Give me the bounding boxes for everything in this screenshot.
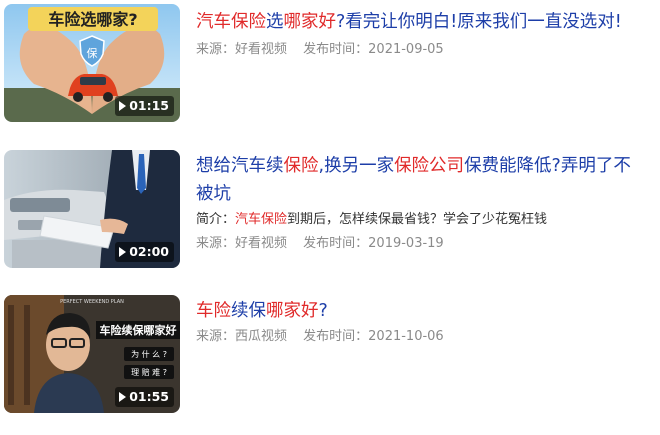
video-result: 保 车险选哪家? 01:15 汽车保险选哪家好?看完让你明白!原来我们一直没选对… [4, 4, 644, 122]
thumbnail-question: 理 赔 难 ? [131, 367, 167, 377]
duration-text: 02:00 [129, 244, 169, 259]
video-thumbnail[interactable]: 02:00 [4, 150, 180, 268]
title-text: 想给汽车续 [196, 156, 284, 176]
title-text: 选 [266, 12, 284, 32]
source-label: 来源：好看视频 [196, 236, 288, 251]
snippet-highlight: 汽车保险 [235, 212, 288, 227]
snippet-text: 简介： [196, 212, 236, 227]
result-title-link[interactable]: 想给汽车续保险,换另一家保险公司保费能降低?弄明了不被坑 [196, 152, 636, 208]
source-label: 来源：好看视频 [196, 42, 288, 57]
title-highlight: 哪家好 [283, 12, 337, 32]
duration-badge: 01:15 [115, 96, 174, 116]
title-highlight: 车险 [196, 301, 231, 321]
title-highlight: 汽车保险 [196, 12, 266, 32]
play-icon [119, 392, 127, 402]
video-thumbnail[interactable]: PERFECT WEEKEND PLAN 车险续保哪家好 为 什 么 ? 理 赔… [4, 295, 180, 413]
video-result: PERFECT WEEKEND PLAN 车险续保哪家好 为 什 么 ? 理 赔… [4, 295, 644, 413]
result-meta: 来源：好看视频 发布时间：2021-09-05 [196, 40, 636, 60]
title-highlight: 哪家好 [266, 301, 319, 321]
thumbnail-subtitle: PERFECT WEEKEND PLAN [60, 299, 124, 305]
result-title-link[interactable]: 汽车保险选哪家好?看完让你明白!原来我们一直没选对! [196, 8, 636, 36]
duration-badge: 02:00 [115, 242, 174, 262]
result-snippet: 简介：汽车保险到期后，怎样续保最省钱？学会了少花冤枉钱 [196, 210, 636, 230]
title-highlight: 保险 [283, 156, 319, 176]
result-info: 汽车保险选哪家好?看完让你明白!原来我们一直没选对! 来源：好看视频 发布时间：… [196, 4, 636, 60]
thumbnail-caption: 车险续保哪家好 [100, 323, 177, 337]
publish-date: 发布时间：2021-10-06 [303, 329, 444, 344]
play-icon [119, 101, 127, 111]
duration-badge: 01:55 [115, 387, 174, 407]
title-text: ?看完让你明白!原来我们一直没选对! [336, 12, 622, 32]
snippet-text: 到期后，怎样续保最省钱？学会了少花冤枉钱 [287, 212, 548, 227]
result-title-link[interactable]: 车险续保哪家好? [196, 297, 636, 325]
thumbnail-caption: 车险选哪家? [48, 10, 137, 29]
result-meta: 来源：好看视频 发布时间：2019-03-19 [196, 234, 636, 254]
video-result: 02:00 想给汽车续保险,换另一家保险公司保费能降低?弄明了不被坑 简介：汽车… [4, 150, 644, 268]
publish-date: 发布时间：2021-09-05 [303, 42, 444, 57]
title-text: ? [318, 301, 328, 321]
result-info: 想给汽车续保险,换另一家保险公司保费能降低?弄明了不被坑 简介：汽车保险到期后，… [196, 150, 636, 254]
source-label: 来源：西瓜视频 [196, 329, 288, 344]
thumbnail-question: 为 什 么 ? [131, 349, 167, 359]
video-thumbnail[interactable]: 保 车险选哪家? 01:15 [4, 4, 180, 122]
result-info: 车险续保哪家好? 来源：西瓜视频 发布时间：2021-10-06 [196, 295, 636, 347]
duration-text: 01:15 [129, 98, 169, 113]
title-text: ,换另一家 [318, 156, 395, 176]
publish-date: 发布时间：2019-03-19 [303, 236, 444, 251]
duration-text: 01:55 [129, 389, 169, 404]
play-icon [119, 247, 127, 257]
result-meta: 来源：西瓜视频 发布时间：2021-10-06 [196, 327, 636, 347]
shield-badge-text: 保 [87, 46, 98, 60]
title-highlight: 保险公司 [394, 156, 465, 176]
title-text: 续保 [231, 301, 266, 321]
